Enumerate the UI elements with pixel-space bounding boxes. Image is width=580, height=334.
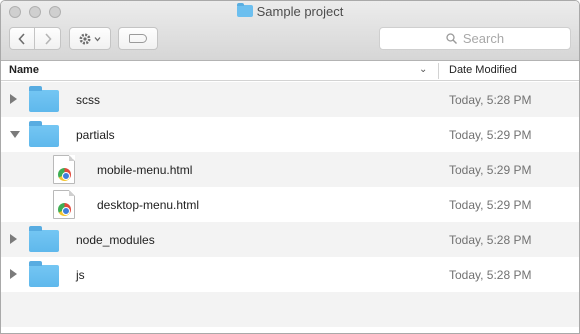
list-item-js[interactable]: js Today, 5:28 PM [1, 257, 579, 292]
column-divider[interactable] [438, 63, 439, 79]
item-date: Today, 5:28 PM [449, 268, 532, 282]
finder-window: Sample project Search Name ⌄ Date Modifi… [0, 0, 580, 334]
item-name: desktop-menu.html [97, 198, 200, 212]
column-header-date-modified[interactable]: Date Modified [449, 64, 517, 76]
search-placeholder: Search [462, 31, 505, 46]
search-icon [446, 33, 457, 44]
folder-icon [29, 226, 59, 252]
list-item-node-modules[interactable]: node_modules Today, 5:28 PM [1, 222, 579, 257]
list-item-mobile-menu[interactable]: mobile-menu.html Today, 5:29 PM [1, 152, 579, 187]
chrome-icon [58, 168, 71, 181]
action-menu-button[interactable] [69, 27, 111, 50]
search-input[interactable]: Search [379, 27, 571, 50]
chevron-right-icon [44, 32, 52, 45]
empty-row [1, 292, 579, 327]
list-item-desktop-menu[interactable]: desktop-menu.html Today, 5:29 PM [1, 187, 579, 222]
list-item-scss[interactable]: scss Today, 5:28 PM [1, 82, 579, 117]
chevron-down-icon[interactable]: ⌄ [419, 64, 427, 75]
column-header-bar: Name ⌄ Date Modified [1, 61, 579, 81]
item-name: mobile-menu.html [97, 163, 193, 177]
window-title: Sample project [1, 3, 579, 19]
item-date: Today, 5:29 PM [449, 163, 532, 177]
item-date: Today, 5:28 PM [449, 233, 532, 247]
disclosure-triangle-icon[interactable] [10, 269, 17, 279]
forward-button[interactable] [35, 28, 60, 49]
disclosure-triangle-icon[interactable] [10, 234, 17, 244]
item-date: Today, 5:29 PM [449, 198, 532, 212]
item-date: Today, 5:28 PM [449, 93, 532, 107]
back-button[interactable] [10, 28, 36, 49]
item-name: node_modules [76, 233, 155, 247]
column-header-name[interactable]: Name [9, 64, 39, 76]
window-title-text: Sample project [256, 4, 344, 19]
tag-icon [129, 34, 147, 43]
list-item-partials[interactable]: partials Today, 5:29 PM [1, 117, 579, 152]
item-name: js [76, 268, 85, 282]
item-name: scss [76, 93, 100, 107]
navigation-buttons [9, 27, 61, 50]
item-date: Today, 5:29 PM [449, 128, 532, 142]
folder-icon [29, 121, 59, 147]
tags-button[interactable] [118, 27, 158, 50]
folder-icon [29, 86, 59, 112]
disclosure-triangle-icon[interactable] [10, 94, 17, 104]
html-file-icon [53, 190, 75, 219]
folder-icon [29, 261, 59, 287]
file-list: scss Today, 5:28 PM partials Today, 5:29… [1, 82, 579, 327]
title-bar: Sample project Search [1, 1, 579, 61]
chrome-icon [58, 203, 71, 216]
folder-icon [236, 3, 253, 17]
disclosure-triangle-icon[interactable] [10, 131, 20, 138]
item-name: partials [76, 128, 115, 142]
html-file-icon [53, 155, 75, 184]
gear-icon [79, 33, 101, 44]
chevron-left-icon [18, 32, 25, 45]
